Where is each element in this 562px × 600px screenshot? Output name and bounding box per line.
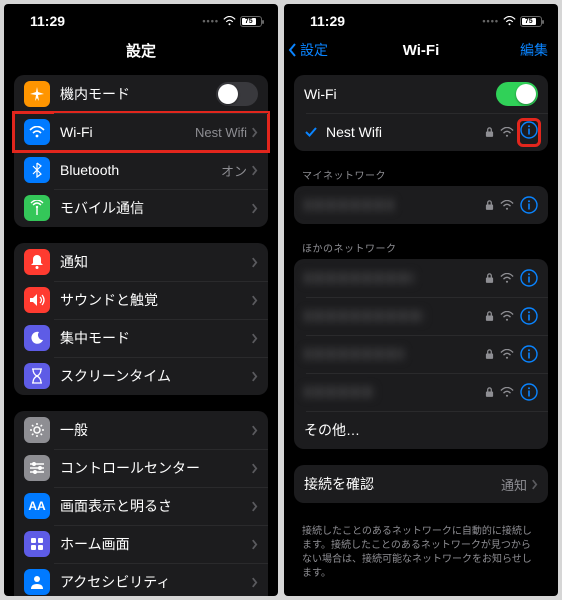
settings-row-アクセシビリティ[interactable]: アクセシビリティ xyxy=(14,563,268,596)
settings-row-スクリーンタイム[interactable]: スクリーンタイム xyxy=(14,357,268,395)
network-row[interactable] xyxy=(294,373,548,411)
status-time: 11:29 xyxy=(310,13,345,29)
airplane-icon xyxy=(24,81,50,107)
settings-row-コントロールセンター[interactable]: コントロールセンター xyxy=(14,449,268,487)
network-row[interactable] xyxy=(294,186,548,224)
settings-row-一般[interactable]: 一般 xyxy=(14,411,268,449)
wifi-signal-icon xyxy=(500,200,514,211)
lock-icon xyxy=(485,273,494,284)
chevron-right-icon xyxy=(251,577,258,588)
settings-row-Bluetooth[interactable]: Bluetoothオン xyxy=(14,151,268,189)
person-icon xyxy=(24,569,50,595)
wifi-icon xyxy=(24,119,50,145)
hourglass-icon xyxy=(24,363,50,389)
chevron-right-icon xyxy=(251,371,258,382)
chevron-right-icon xyxy=(251,165,258,176)
settings-row-画面表示と明るさ[interactable]: AA画面表示と明るさ xyxy=(14,487,268,525)
battery-icon: 75 xyxy=(520,16,542,27)
wifi-signal-icon xyxy=(500,273,514,284)
chevron-right-icon xyxy=(251,333,258,344)
lock-icon xyxy=(485,349,494,360)
wifi-toggle-row[interactable]: Wi-Fi xyxy=(294,75,548,113)
wifi-screen: 11:29 •••• 75 設定 Wi-Fi 編集 Wi-Fi Nest Wif… xyxy=(284,4,558,596)
settings-row-集中モード[interactable]: 集中モード xyxy=(14,319,268,357)
status-time: 11:29 xyxy=(30,13,65,29)
other-row[interactable]: その他… xyxy=(294,411,548,449)
chevron-right-icon xyxy=(251,425,258,436)
switches-icon xyxy=(24,455,50,481)
wifi-signal-icon xyxy=(500,311,514,322)
wifi-toggle[interactable] xyxy=(496,82,538,106)
footer-text: 接続したことのあるネットワークに自動的に接続します。接続したことのあるネットワー… xyxy=(294,519,548,581)
network-name-redacted xyxy=(304,386,374,398)
page-title: Wi-Fi xyxy=(403,42,440,59)
info-icon[interactable] xyxy=(520,307,538,325)
wifi-icon xyxy=(503,16,516,26)
network-row[interactable] xyxy=(294,259,548,297)
status-bar: 11:29 •••• 75 xyxy=(4,4,278,33)
settings-screen: 11:29 •••• 75 設定 機内モードWi-FiNest WifiBlue… xyxy=(4,4,278,596)
info-icon[interactable] xyxy=(520,345,538,363)
chevron-right-icon xyxy=(251,463,258,474)
speaker-icon xyxy=(24,287,50,313)
other-networks-header: ほかのネットワーク xyxy=(294,240,548,259)
grid-icon xyxy=(24,531,50,557)
bluetooth-icon xyxy=(24,157,50,183)
settings-row-通知[interactable]: 通知 xyxy=(14,243,268,281)
chevron-right-icon xyxy=(251,295,258,306)
edit-button[interactable]: 編集 xyxy=(520,40,548,60)
lock-icon xyxy=(485,200,494,211)
aa-icon: AA xyxy=(24,493,50,519)
signal-icon: •••• xyxy=(482,16,499,26)
my-networks-header: マイネットワーク xyxy=(294,167,548,186)
network-row[interactable] xyxy=(294,297,548,335)
page-title: 設定 xyxy=(126,40,156,61)
toggle[interactable] xyxy=(216,82,258,106)
info-icon[interactable] xyxy=(520,196,538,214)
wifi-signal-icon xyxy=(500,349,514,360)
chevron-right-icon xyxy=(251,257,258,268)
lock-icon xyxy=(485,387,494,398)
chevron-right-icon xyxy=(251,539,258,550)
info-icon[interactable] xyxy=(520,269,538,287)
settings-row-ホーム画面[interactable]: ホーム画面 xyxy=(14,525,268,563)
ask-to-join-row[interactable]: 接続を確認 通知 xyxy=(294,465,548,503)
network-name-redacted xyxy=(304,348,404,360)
lock-icon xyxy=(485,127,494,138)
network-name-redacted xyxy=(304,199,394,211)
back-button[interactable]: 設定 xyxy=(288,40,328,60)
chevron-right-icon xyxy=(251,127,258,138)
settings-row-Wi-Fi[interactable]: Wi-FiNest Wifi xyxy=(14,113,268,151)
wifi-icon xyxy=(223,16,236,26)
bell-icon xyxy=(24,249,50,275)
moon-icon xyxy=(24,325,50,351)
status-bar: 11:29 •••• 75 xyxy=(284,4,558,33)
network-name-redacted xyxy=(304,272,414,284)
signal-icon: •••• xyxy=(202,16,219,26)
network-name-redacted xyxy=(304,310,424,322)
navbar: 設定 Wi-Fi 編集 xyxy=(284,33,558,67)
settings-row-機内モード[interactable]: 機内モード xyxy=(14,75,268,113)
settings-row-サウンドと触覚[interactable]: サウンドと触覚 xyxy=(14,281,268,319)
info-button-highlight xyxy=(520,121,538,144)
navbar: 設定 xyxy=(4,33,278,67)
network-row[interactable] xyxy=(294,335,548,373)
battery-icon: 75 xyxy=(240,16,262,27)
check-icon xyxy=(304,125,318,139)
lock-icon xyxy=(485,311,494,322)
gear-icon xyxy=(24,417,50,443)
info-icon[interactable] xyxy=(520,383,538,401)
wifi-signal-icon xyxy=(500,127,514,138)
settings-row-モバイル通信[interactable]: モバイル通信 xyxy=(14,189,268,227)
chevron-right-icon xyxy=(251,501,258,512)
connected-network-row[interactable]: Nest Wifi xyxy=(294,113,548,151)
wifi-signal-icon xyxy=(500,387,514,398)
antenna-icon xyxy=(24,195,50,221)
info-icon[interactable] xyxy=(520,121,538,139)
chevron-right-icon xyxy=(251,203,258,214)
